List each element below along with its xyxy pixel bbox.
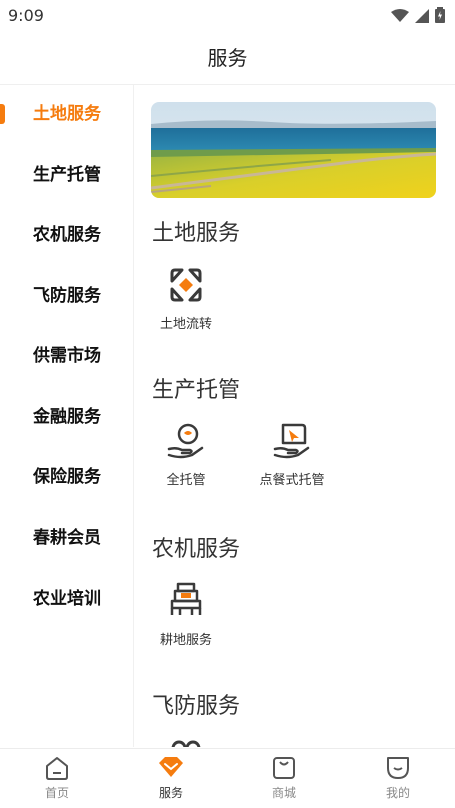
sidebar-item-agri-training[interactable]: 农业培训 bbox=[0, 579, 133, 619]
active-indicator bbox=[0, 104, 5, 124]
service-item-label: 全托管 bbox=[166, 473, 206, 488]
sidebar-item-label: 生产托管 bbox=[33, 165, 101, 185]
nav-label: 首页 bbox=[44, 786, 69, 800]
banner-image[interactable] bbox=[151, 102, 436, 198]
profile-icon bbox=[385, 755, 411, 781]
service-item-label: 土地流转 bbox=[159, 317, 212, 332]
plowing-service-icon bbox=[166, 581, 206, 621]
nav-label: 服务 bbox=[158, 786, 183, 800]
page-title: 服务 bbox=[207, 46, 248, 70]
sidebar-item-label: 供需市场 bbox=[33, 346, 101, 366]
sidebar-item-label: 土地服务 bbox=[33, 104, 101, 124]
sidebar-item-machinery-service[interactable]: 农机服务 bbox=[0, 215, 133, 255]
sidebar-item-label: 飞防服务 bbox=[33, 286, 101, 306]
status-time: 9:09 bbox=[8, 6, 44, 25]
sidebar-item-label: 金融服务 bbox=[33, 407, 101, 427]
home-icon bbox=[44, 755, 70, 781]
service-item-partial[interactable] bbox=[136, 736, 236, 747]
battery-icon bbox=[435, 7, 445, 27]
sidebar-item-label: 保险服务 bbox=[33, 467, 101, 487]
service-item-full-trusteeship[interactable]: 全托管 bbox=[136, 421, 236, 488]
sidebar-item-insurance[interactable]: 保险服务 bbox=[0, 457, 133, 497]
service-content: 土地服务 土地流转 生产托管 全托管 点餐式托管 农机服务 耕地服务 飞防服务 bbox=[134, 85, 455, 747]
sidebar-item-spring-membership[interactable]: 春耕会员 bbox=[0, 518, 133, 558]
sidebar-item-label: 农机服务 bbox=[33, 225, 101, 245]
section-title-land-service: 土地服务 bbox=[152, 221, 241, 246]
service-item-label: 点餐式托管 bbox=[259, 473, 325, 488]
sidebar-item-finance[interactable]: 金融服务 bbox=[0, 397, 133, 437]
nav-mall[interactable]: 商城 bbox=[244, 755, 324, 801]
sidebar-item-land-service[interactable]: 土地服务 bbox=[0, 94, 133, 134]
sidebar-item-label: 春耕会员 bbox=[33, 528, 101, 548]
drone-icon bbox=[166, 736, 206, 747]
page-header: 服务 bbox=[0, 34, 455, 85]
land-transfer-icon bbox=[166, 265, 206, 305]
service-item-order-trusteeship[interactable]: 点餐式托管 bbox=[242, 421, 342, 488]
bottom-nav: 首页 服务 商城 我的 bbox=[0, 748, 455, 808]
nav-profile[interactable]: 我的 bbox=[358, 755, 438, 801]
nav-home[interactable]: 首页 bbox=[17, 755, 97, 801]
category-sidebar: 土地服务 生产托管 农机服务 飞防服务 供需市场 金融服务 保险服务 春耕会员 … bbox=[0, 85, 134, 747]
sidebar-item-aerial-protection[interactable]: 飞防服务 bbox=[0, 276, 133, 316]
full-trusteeship-icon bbox=[166, 421, 206, 461]
sidebar-item-supply-demand[interactable]: 供需市场 bbox=[0, 336, 133, 376]
service-icon bbox=[158, 755, 184, 781]
service-screen: 9:09 服务 土地服务 生产托管 农机服务 飞防服务 供需市场 金融服务 保险… bbox=[0, 0, 455, 808]
section-title-machinery-service: 农机服务 bbox=[152, 537, 241, 562]
service-item-land-transfer[interactable]: 土地流转 bbox=[136, 265, 236, 332]
service-item-plowing-service[interactable]: 耕地服务 bbox=[136, 581, 236, 648]
section-title-production-trusteeship: 生产托管 bbox=[152, 378, 241, 403]
status-icons bbox=[391, 7, 445, 27]
section-title-aerial-protection: 飞防服务 bbox=[152, 694, 241, 719]
signal-icon bbox=[415, 8, 429, 27]
service-item-label: 耕地服务 bbox=[159, 633, 212, 648]
wifi-icon bbox=[391, 8, 409, 27]
order-trusteeship-icon bbox=[272, 421, 312, 461]
status-bar: 9:09 bbox=[0, 0, 455, 34]
nav-label: 我的 bbox=[385, 786, 410, 800]
sidebar-item-production-trusteeship[interactable]: 生产托管 bbox=[0, 155, 133, 195]
sidebar-item-label: 农业培训 bbox=[33, 589, 101, 609]
nav-service[interactable]: 服务 bbox=[131, 755, 211, 801]
nav-label: 商城 bbox=[271, 786, 296, 800]
mall-icon bbox=[271, 755, 297, 781]
